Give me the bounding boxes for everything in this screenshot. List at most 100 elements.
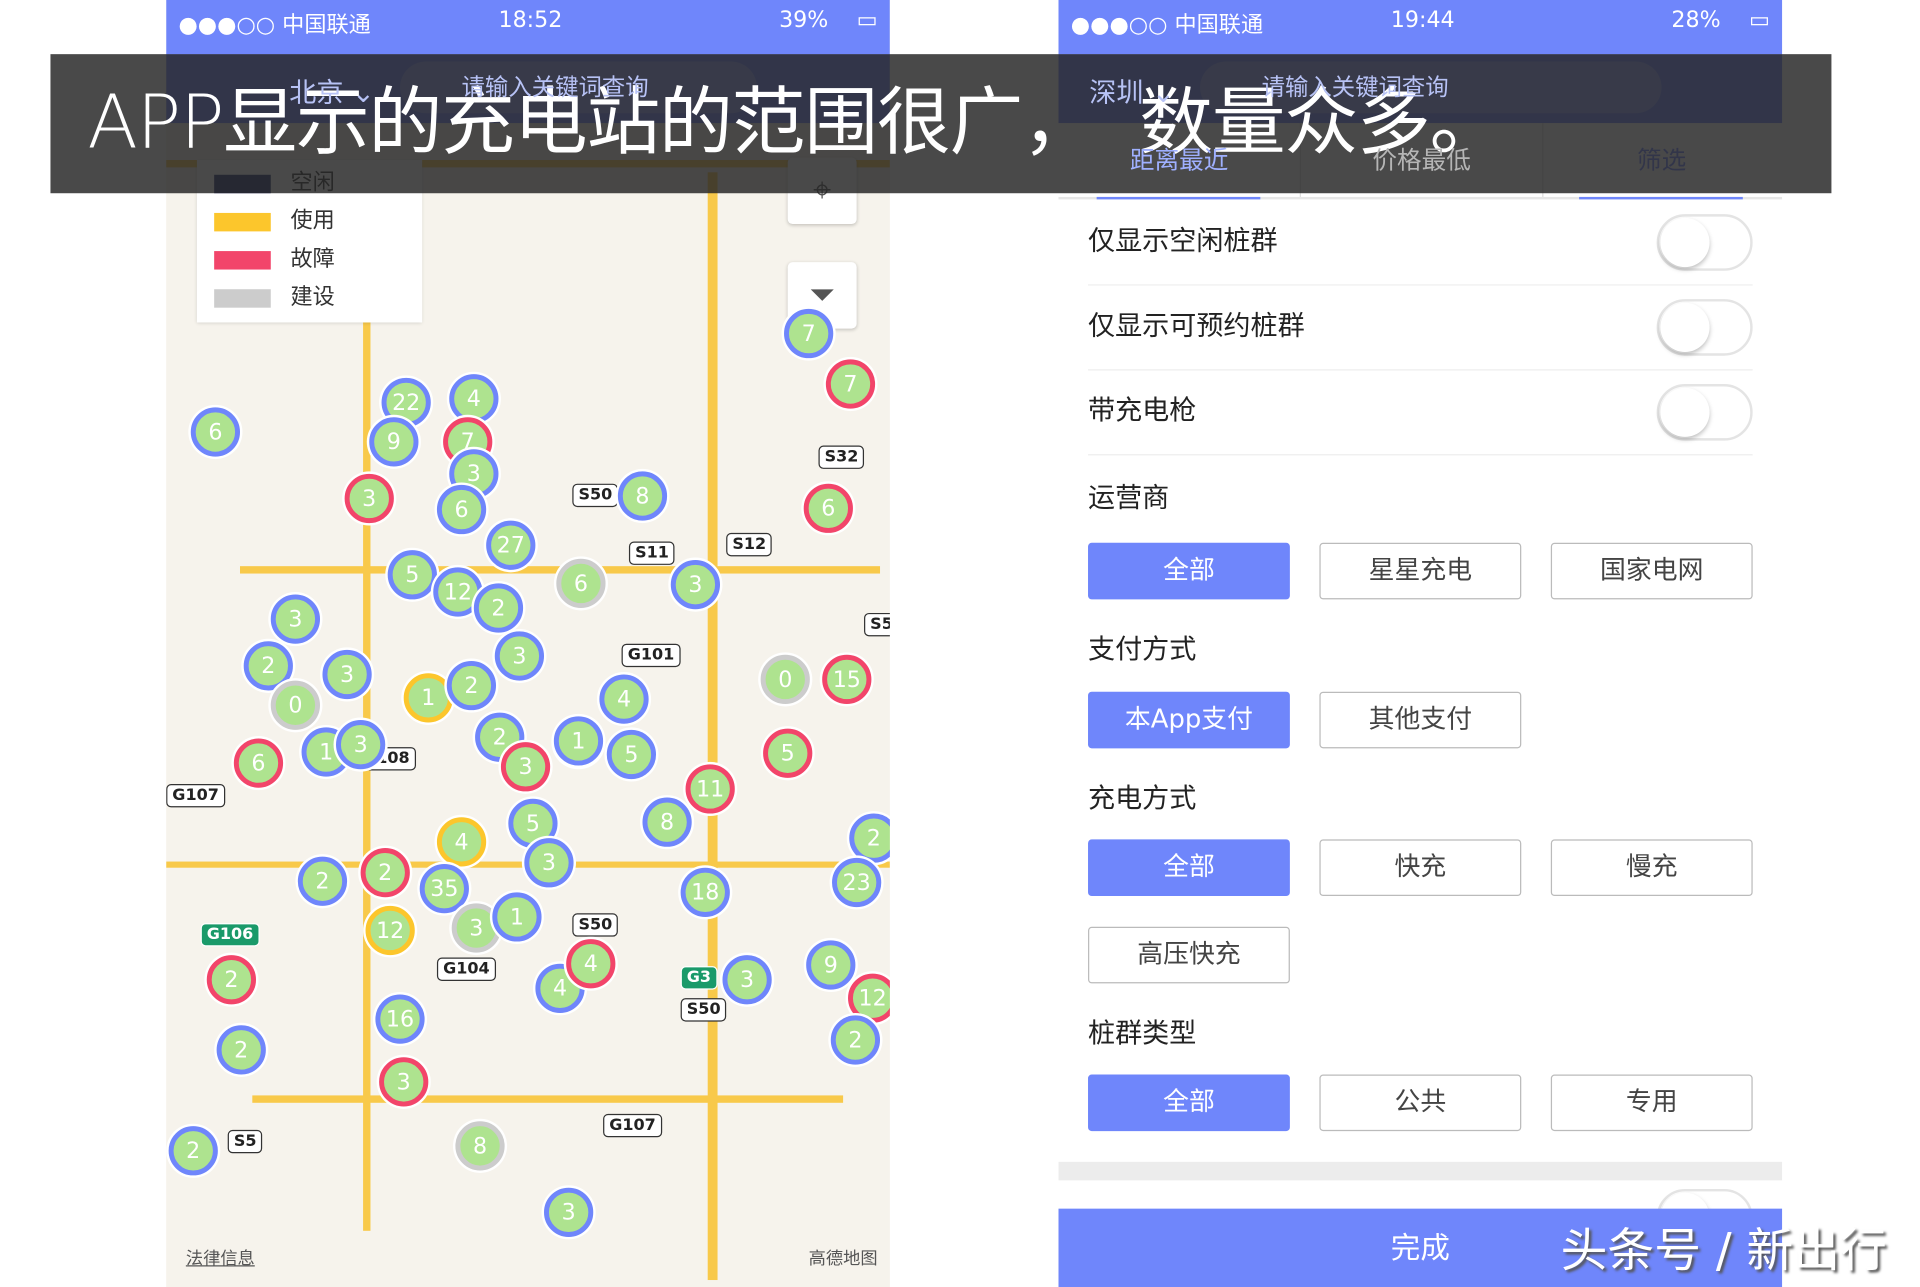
road-label: S50	[681, 998, 727, 1021]
station-cluster[interactable]: 6	[234, 738, 283, 787]
charge-all[interactable]: 全部	[1088, 839, 1290, 896]
station-cluster[interactable]: 8	[642, 798, 691, 847]
battery-percent: 39%	[779, 7, 828, 33]
legend-label: 故障	[290, 246, 334, 272]
operator-xingxing[interactable]: 星星充电	[1319, 543, 1521, 600]
divider	[1058, 1162, 1782, 1180]
station-cluster[interactable]: 6	[804, 484, 853, 533]
station-cluster[interactable]: 2	[447, 661, 496, 710]
station-cluster[interactable]: 1	[492, 892, 541, 941]
road-label: S5	[864, 613, 890, 636]
toggle-label: 仅显示空闲桩群	[1088, 226, 1278, 257]
reservable-only-toggle[interactable]	[1657, 299, 1753, 356]
station-cluster[interactable]: 6	[191, 407, 240, 456]
road-label: G3	[681, 966, 718, 989]
station-cluster[interactable]: 2	[831, 1015, 880, 1064]
station-cluster[interactable]: 9	[806, 940, 855, 989]
city-selector[interactable]: 深圳 ⌄	[1089, 71, 1174, 110]
operator-all[interactable]: 全部	[1088, 543, 1290, 600]
station-cluster[interactable]: 3	[495, 631, 544, 680]
station-cluster[interactable]: 3	[722, 955, 771, 1004]
station-cluster[interactable]: 6	[437, 485, 486, 534]
group-title: 桩群类型	[1088, 1012, 1196, 1051]
legend-fault: 故障	[214, 241, 335, 279]
toggle-row-idle: 仅显示空闲桩群	[1088, 201, 1753, 286]
station-cluster[interactable]: 23	[832, 858, 881, 907]
group-all[interactable]: 全部	[1088, 1074, 1290, 1131]
group-private[interactable]: 专用	[1551, 1074, 1753, 1131]
station-cluster[interactable]: 4	[599, 674, 648, 723]
station-cluster[interactable]: 6	[556, 559, 605, 608]
charge-hv-fast[interactable]: 高压快充	[1088, 927, 1290, 984]
time: 19:44	[1391, 7, 1455, 33]
tab-cheapest-label: 价格最低	[1372, 145, 1470, 175]
toggle-row-reservable: 仅显示可预约桩群	[1088, 286, 1753, 371]
station-cluster[interactable]: 3	[336, 720, 385, 769]
station-cluster[interactable]: 2	[474, 583, 523, 632]
station-cluster[interactable]: 11	[686, 764, 735, 813]
legend-label: 建设	[290, 284, 334, 310]
station-cluster[interactable]: 4	[449, 374, 498, 423]
station-cluster[interactable]: 27	[486, 521, 535, 570]
station-cluster[interactable]: 2	[361, 848, 410, 897]
station-cluster[interactable]: 3	[544, 1188, 593, 1237]
payment-other[interactable]: 其他支付	[1319, 692, 1521, 749]
group-public[interactable]: 公共	[1319, 1074, 1521, 1131]
station-cluster[interactable]: 15	[822, 655, 871, 704]
operator-state-grid[interactable]: 国家电网	[1551, 543, 1753, 600]
station-cluster[interactable]: 8	[455, 1121, 504, 1170]
road-label: S32	[818, 446, 864, 469]
road-label: G106	[201, 923, 260, 946]
station-cluster[interactable]: 2	[169, 1126, 218, 1175]
station-cluster[interactable]: 3	[524, 838, 573, 887]
station-cluster[interactable]: 2	[217, 1025, 266, 1074]
payment-app[interactable]: 本App支付	[1088, 692, 1290, 749]
station-cluster[interactable]: 2	[207, 955, 256, 1004]
station-cluster[interactable]: 2	[298, 857, 347, 906]
station-cluster[interactable]: 1	[404, 673, 453, 722]
station-cluster[interactable]: 7	[784, 309, 833, 358]
idle-only-toggle[interactable]	[1657, 214, 1753, 271]
station-cluster[interactable]: 3	[671, 560, 720, 609]
road-label: S12	[726, 533, 772, 556]
station-cluster[interactable]: 5	[388, 550, 437, 599]
station-cluster[interactable]: 35	[420, 864, 469, 913]
station-cluster[interactable]: 0	[761, 655, 810, 704]
station-cluster[interactable]: 5	[607, 730, 656, 779]
road-label: G101	[622, 644, 681, 667]
station-cluster[interactable]: 4	[437, 817, 486, 866]
station-cluster[interactable]: 1	[554, 716, 603, 765]
city-selector[interactable]: 北京 ⌄	[289, 71, 374, 110]
time: 18:52	[498, 7, 562, 33]
battery-percent: 28%	[1671, 7, 1720, 33]
station-cluster[interactable]: 5	[763, 729, 812, 778]
road-label: G107	[166, 784, 225, 807]
station-cluster[interactable]: 3	[379, 1057, 428, 1106]
station-cluster[interactable]: 16	[375, 994, 424, 1043]
road-label: S5	[228, 1130, 263, 1153]
station-cluster[interactable]: 3	[345, 474, 394, 523]
toggle-label: 仅显示可预约桩群	[1088, 311, 1305, 342]
with-gun-toggle[interactable]	[1657, 384, 1753, 441]
map-view[interactable]: 空闲 使用 故障 建设 ⌖ ⏷ S50S11S12S32S5G101G108G1…	[166, 123, 890, 1287]
tab-nearest-label: 距离最近	[1130, 145, 1228, 175]
charge-title: 充电方式	[1088, 777, 1196, 816]
station-cluster[interactable]: 12	[366, 906, 415, 955]
toggle-label: 带充电枪	[1088, 396, 1196, 427]
station-cluster[interactable]: 8	[618, 471, 667, 520]
station-cluster[interactable]: 18	[681, 868, 730, 917]
station-cluster[interactable]: 3	[271, 594, 320, 643]
amap-logo: 高德地图	[809, 1246, 878, 1271]
station-cluster[interactable]: 4	[566, 939, 615, 988]
charge-slow[interactable]: 慢充	[1551, 839, 1753, 896]
legal-info-link[interactable]: 法律信息	[186, 1246, 255, 1271]
status-bar: ●●●○○ 中国联通 18:52 39% ▭	[166, 0, 890, 54]
charge-fast[interactable]: 快充	[1319, 839, 1521, 896]
station-cluster[interactable]: 3	[322, 650, 371, 699]
station-cluster[interactable]: 7	[826, 359, 875, 408]
legend-swatch	[214, 212, 271, 230]
station-cluster[interactable]: 3	[501, 742, 550, 791]
station-cluster[interactable]: 9	[369, 417, 418, 466]
station-cluster[interactable]: 2	[849, 814, 890, 863]
station-cluster[interactable]: 0	[271, 681, 320, 730]
